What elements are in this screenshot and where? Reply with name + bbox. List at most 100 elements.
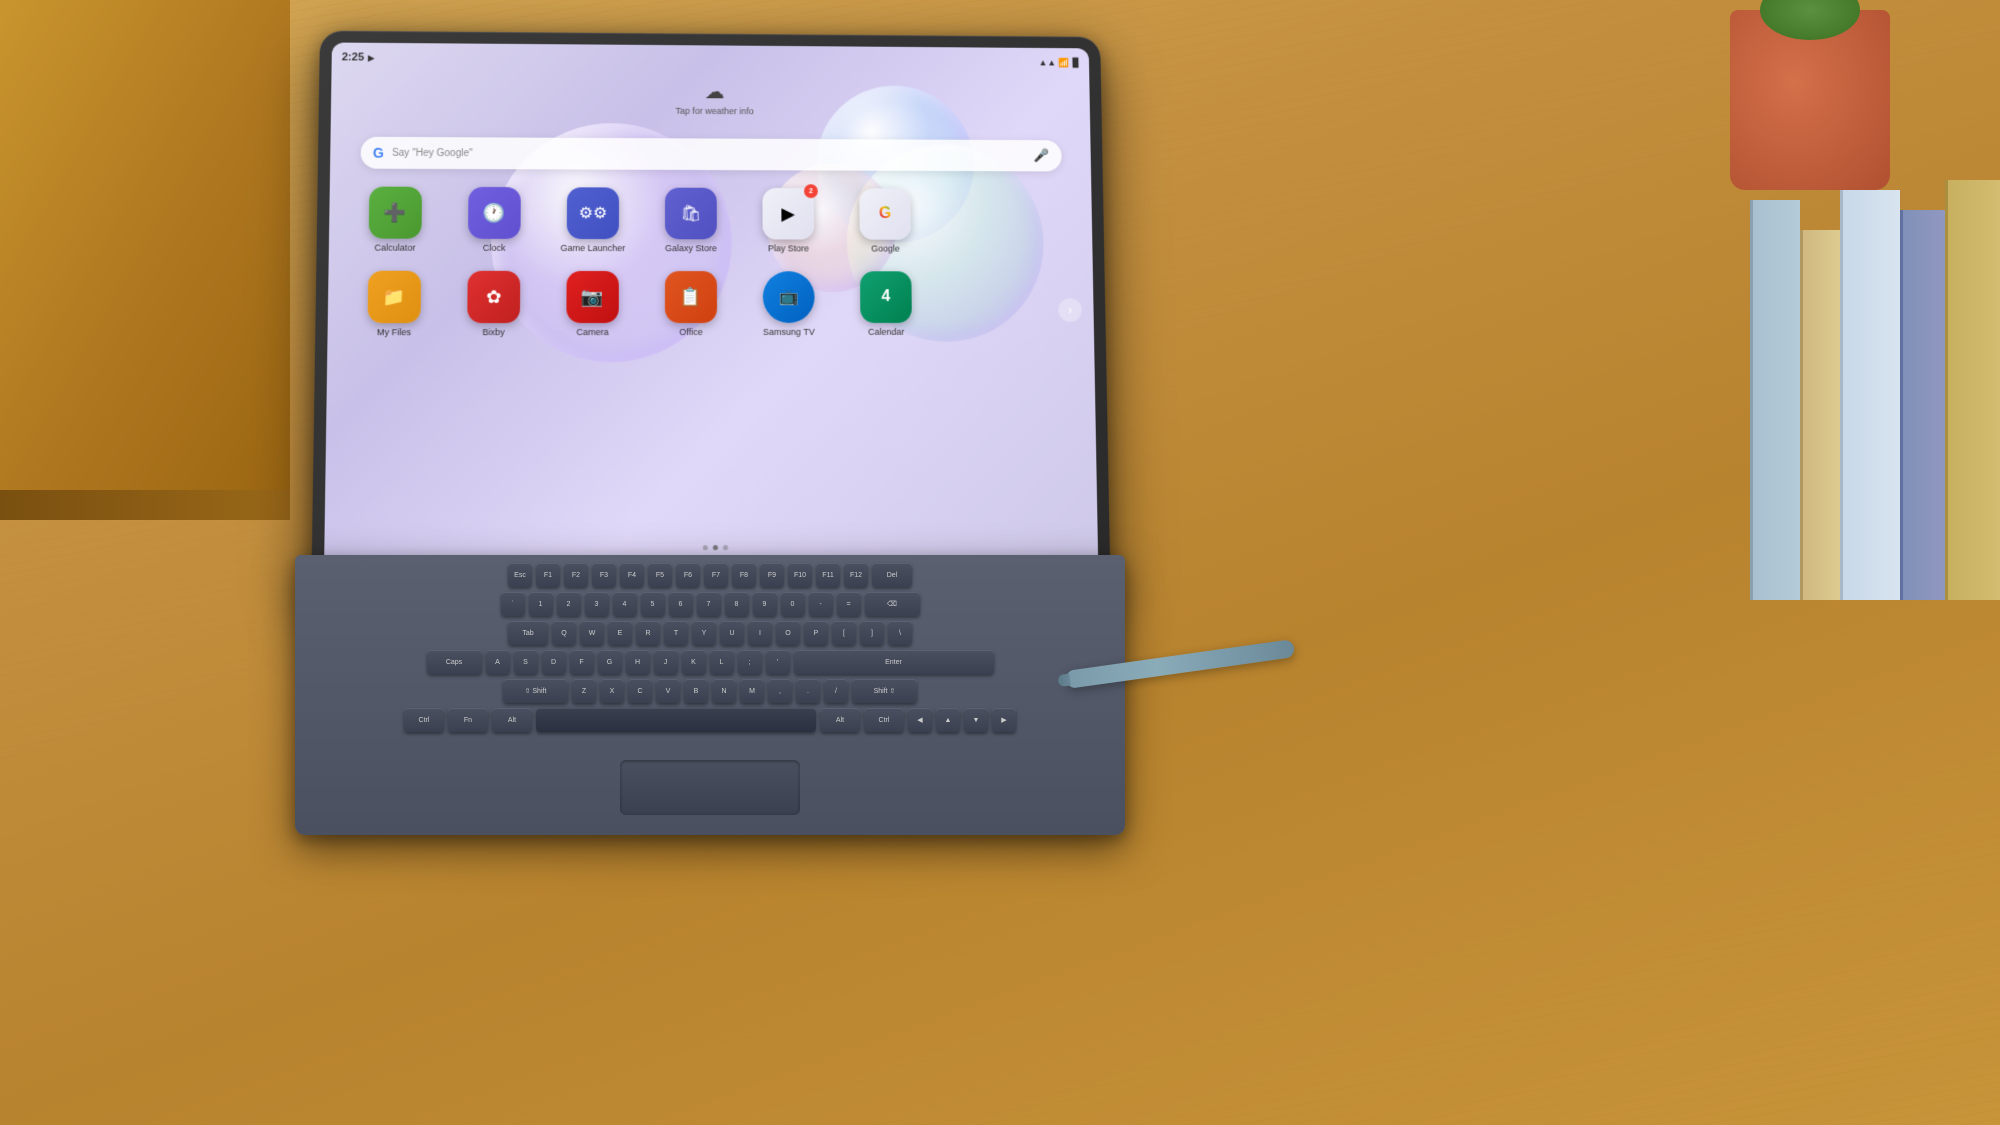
- key-1[interactable]: 1: [529, 592, 553, 616]
- key-arrow-right[interactable]: ▶: [992, 708, 1016, 732]
- key-caps[interactable]: Caps: [427, 650, 482, 674]
- bixby-label: Bixby: [482, 327, 504, 337]
- key-w[interactable]: W: [580, 621, 604, 645]
- zxcv-row: ⇧ Shift Z X C V B N M , . / Shift ⇧: [307, 679, 1113, 703]
- app-play-store[interactable]: ▶ 2 Play Store: [754, 188, 824, 253]
- screen-nav-arrow[interactable]: ›: [1058, 298, 1082, 322]
- key-alt-right[interactable]: Alt: [820, 708, 860, 732]
- key-arrow-left[interactable]: ◀: [908, 708, 932, 732]
- key-f3[interactable]: F3: [592, 563, 616, 587]
- key-5[interactable]: 5: [641, 592, 665, 616]
- key-slash[interactable]: /: [824, 679, 848, 703]
- app-calculator[interactable]: ➕ Calculator: [359, 187, 431, 253]
- app-files[interactable]: 📁 My Files: [358, 271, 430, 338]
- key-fn[interactable]: Fn: [448, 708, 488, 732]
- key-comma[interactable]: ,: [768, 679, 792, 703]
- key-ctrl-right[interactable]: Ctrl: [864, 708, 904, 732]
- key-backspace[interactable]: ⌫: [865, 592, 920, 616]
- key-l[interactable]: L: [710, 650, 734, 674]
- key-f9[interactable]: F9: [760, 563, 784, 587]
- app-bixby[interactable]: ✿ Bixby: [458, 271, 529, 337]
- key-b[interactable]: B: [684, 679, 708, 703]
- key-esc[interactable]: Esc: [508, 563, 532, 587]
- app-row-2: 📁 My Files ✿ Bixby 📷: [358, 271, 1064, 338]
- key-c[interactable]: C: [628, 679, 652, 703]
- app-galaxy-store[interactable]: 🛍 Galaxy Store: [656, 188, 726, 254]
- key-9[interactable]: 9: [753, 592, 777, 616]
- key-quote[interactable]: ': [766, 650, 790, 674]
- key-z[interactable]: Z: [572, 679, 596, 703]
- key-t[interactable]: T: [664, 621, 688, 645]
- key-backslash[interactable]: \: [888, 621, 912, 645]
- key-3[interactable]: 3: [585, 592, 609, 616]
- tablet-outer-frame: 2:25 ▶ ▲▲ 📶 ▉ ☁ Tap for weather info G S…: [311, 31, 1110, 597]
- key-f[interactable]: F: [570, 650, 594, 674]
- key-n[interactable]: N: [712, 679, 736, 703]
- key-8[interactable]: 8: [725, 592, 749, 616]
- key-0[interactable]: 0: [781, 592, 805, 616]
- app-polaris[interactable]: 📋 Office: [656, 271, 726, 337]
- key-f1[interactable]: F1: [536, 563, 560, 587]
- key-h[interactable]: H: [626, 650, 650, 674]
- app-camera[interactable]: 📷 Camera: [557, 271, 628, 337]
- key-shift-right[interactable]: Shift ⇧: [852, 679, 917, 703]
- key-f11[interactable]: F11: [816, 563, 840, 587]
- key-space[interactable]: [536, 708, 816, 732]
- key-f2[interactable]: F2: [564, 563, 588, 587]
- key-f7[interactable]: F7: [704, 563, 728, 587]
- key-arrow-down[interactable]: ▼: [964, 708, 988, 732]
- key-6[interactable]: 6: [669, 592, 693, 616]
- key-d[interactable]: D: [542, 650, 566, 674]
- app-calendar[interactable]: 4 Calendar: [851, 271, 921, 337]
- key-y[interactable]: Y: [692, 621, 716, 645]
- key-o[interactable]: O: [776, 621, 800, 645]
- search-bar[interactable]: G Say "Hey Google" 🎤: [360, 137, 1061, 172]
- key-rbracket[interactable]: ]: [860, 621, 884, 645]
- key-p[interactable]: P: [804, 621, 828, 645]
- key-4[interactable]: 4: [613, 592, 637, 616]
- key-alt-left[interactable]: Alt: [492, 708, 532, 732]
- app-google[interactable]: G Google: [850, 188, 920, 253]
- mic-icon[interactable]: 🎤: [1034, 148, 1050, 164]
- key-semicolon[interactable]: ;: [738, 650, 762, 674]
- keyboard: Esc F1 F2 F3 F4 F5 F6 F7 F8 F9 F10 F11 F…: [295, 555, 1125, 835]
- key-period[interactable]: .: [796, 679, 820, 703]
- key-i[interactable]: I: [748, 621, 772, 645]
- key-r[interactable]: R: [636, 621, 660, 645]
- key-minus[interactable]: -: [809, 592, 833, 616]
- key-f12[interactable]: F12: [844, 563, 868, 587]
- key-ctrl-left[interactable]: Ctrl: [404, 708, 444, 732]
- key-delete[interactable]: Del: [872, 563, 912, 587]
- touchpad[interactable]: [620, 760, 800, 815]
- key-tab[interactable]: Tab: [508, 621, 548, 645]
- key-q[interactable]: Q: [552, 621, 576, 645]
- key-e[interactable]: E: [608, 621, 632, 645]
- key-v[interactable]: V: [656, 679, 680, 703]
- key-shift-left[interactable]: ⇧ Shift: [503, 679, 568, 703]
- key-a[interactable]: A: [486, 650, 510, 674]
- key-g[interactable]: G: [598, 650, 622, 674]
- key-2[interactable]: 2: [557, 592, 581, 616]
- app-clock[interactable]: 🕐 Clock: [459, 187, 530, 253]
- key-lbracket[interactable]: [: [832, 621, 856, 645]
- key-enter[interactable]: Enter: [794, 650, 994, 674]
- key-arrow-up[interactable]: ▲: [936, 708, 960, 732]
- key-backtick[interactable]: `: [501, 592, 525, 616]
- key-equals[interactable]: =: [837, 592, 861, 616]
- key-7[interactable]: 7: [697, 592, 721, 616]
- key-j[interactable]: J: [654, 650, 678, 674]
- key-f5[interactable]: F5: [648, 563, 672, 587]
- key-f8[interactable]: F8: [732, 563, 756, 587]
- key-x[interactable]: X: [600, 679, 624, 703]
- weather-widget[interactable]: ☁ Tap for weather info: [675, 79, 753, 116]
- app-game-launcher[interactable]: ⚙⚙ Game Launcher: [558, 187, 628, 253]
- wifi-icon: 📶: [1059, 57, 1070, 68]
- key-u[interactable]: U: [720, 621, 744, 645]
- key-f6[interactable]: F6: [676, 563, 700, 587]
- app-samsung-tv[interactable]: 📺 Samsung TV: [754, 271, 824, 337]
- key-f4[interactable]: F4: [620, 563, 644, 587]
- key-s[interactable]: S: [514, 650, 538, 674]
- key-m[interactable]: M: [740, 679, 764, 703]
- key-k[interactable]: K: [682, 650, 706, 674]
- key-f10[interactable]: F10: [788, 563, 812, 587]
